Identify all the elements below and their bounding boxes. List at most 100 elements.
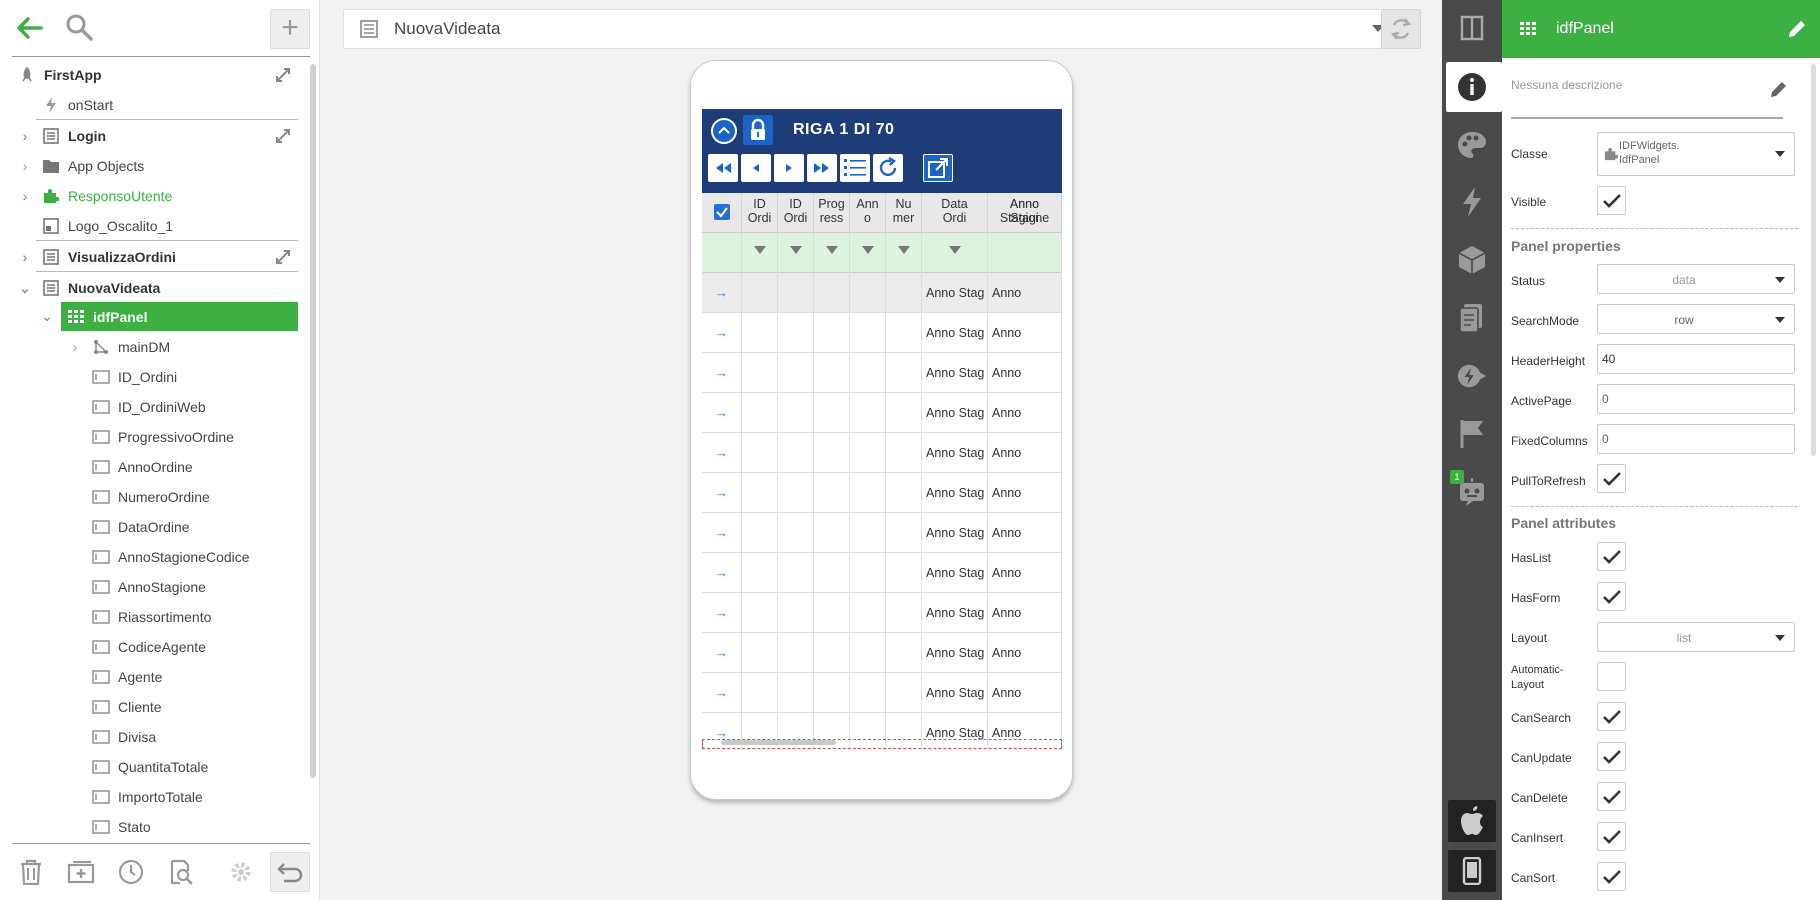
column-header[interactable]: Anno Stagi	[988, 193, 1062, 233]
table-row[interactable]: → Anno Stag Anno	[702, 353, 1062, 393]
tree-item-logo[interactable]: Logo_Oscalito_1	[42, 211, 173, 241]
cansearch-checkbox[interactable]	[1597, 702, 1626, 731]
sync-icon[interactable]	[274, 127, 292, 145]
cansort-checkbox[interactable]	[1597, 862, 1626, 891]
tree-item-idfpanel[interactable]: idfPanel	[61, 302, 298, 331]
chevron-down-icon[interactable]: ⌄	[40, 308, 54, 325]
info-icon[interactable]	[1457, 72, 1487, 102]
last-record-button[interactable]	[807, 154, 837, 182]
filter-funnel-icon[interactable]	[826, 246, 838, 254]
back-arrow-icon[interactable]	[14, 13, 48, 45]
filter-cell[interactable]	[886, 233, 922, 273]
tree-item-field[interactable]: QuantitaTotale	[92, 752, 208, 782]
tree-item-field[interactable]: Agente	[92, 662, 162, 692]
next-record-button[interactable]	[774, 154, 804, 182]
tree-item-field[interactable]: ID_Ordini	[92, 362, 177, 392]
tree-item-field[interactable]: NumeroOrdine	[92, 482, 210, 512]
chevron-right-icon[interactable]: ›	[68, 339, 82, 355]
filter-funnel-icon[interactable]	[862, 246, 874, 254]
filter-funnel-icon[interactable]	[790, 246, 802, 254]
class-select[interactable]: IDFWidgets. IdfPanel	[1597, 132, 1795, 176]
scroll-thumb[interactable]	[721, 740, 836, 745]
add-window-icon[interactable]	[66, 857, 96, 887]
find-document-icon[interactable]	[166, 857, 196, 887]
grid-hscrollbar[interactable]	[702, 739, 1062, 749]
tree-item-field[interactable]: ProgressivoOrdine	[92, 422, 234, 452]
searchmode-select[interactable]: row	[1597, 304, 1795, 334]
edit-pencil-icon[interactable]	[1786, 18, 1808, 43]
filter-funnel-icon[interactable]	[898, 246, 910, 254]
filter-cell[interactable]	[778, 233, 814, 273]
automaticlayout-checkbox[interactable]	[1597, 662, 1626, 691]
table-row[interactable]: → Anno Stag Anno	[702, 273, 1062, 313]
chevron-right-icon[interactable]: ›	[18, 249, 32, 265]
list-icon[interactable]	[840, 154, 870, 182]
chevron-down-icon[interactable]: ⌄	[18, 280, 32, 297]
first-record-button[interactable]	[708, 154, 738, 182]
column-header[interactable]: Prog ress	[814, 193, 850, 233]
pulltorefresh-checkbox[interactable]	[1597, 464, 1626, 493]
headerheight-input[interactable]: 40	[1597, 344, 1795, 374]
caninsert-checkbox[interactable]	[1597, 822, 1626, 851]
column-header[interactable]: ID Ordi	[778, 193, 814, 233]
open-external-icon[interactable]	[923, 154, 953, 182]
flag-icon[interactable]	[1457, 419, 1487, 449]
collapse-button[interactable]	[711, 118, 737, 144]
table-row[interactable]: → Anno Stag Anno	[702, 473, 1062, 513]
palette-icon[interactable]	[1457, 130, 1487, 160]
filter-cell[interactable]	[814, 233, 850, 273]
tree-item-field[interactable]: Stato	[92, 812, 151, 840]
filter-cell[interactable]	[988, 233, 1062, 273]
filter-cell[interactable]	[850, 233, 886, 273]
visible-checkbox[interactable]	[1597, 186, 1626, 215]
events-lightning-icon[interactable]	[1457, 187, 1487, 217]
table-row[interactable]: → Anno Stag Anno	[702, 553, 1062, 593]
hasform-checkbox[interactable]	[1597, 582, 1626, 611]
properties-scrollbar[interactable]	[1811, 64, 1816, 456]
chevron-right-icon[interactable]: ›	[18, 158, 32, 174]
chevron-right-icon[interactable]: ›	[18, 128, 32, 144]
tree-item-field[interactable]: ImportoTotale	[92, 782, 203, 812]
tree-item-field[interactable]: Riassortimento	[92, 602, 211, 632]
filter-cell[interactable]	[742, 233, 778, 273]
activepage-input[interactable]: 0	[1597, 384, 1795, 414]
tree-item-field[interactable]: AnnoOrdine	[92, 452, 193, 482]
column-header[interactable]: Data Ordi	[922, 193, 988, 233]
column-header[interactable]: Nu mer	[886, 193, 922, 233]
collapse-panel-icon[interactable]	[1457, 13, 1487, 43]
tree-item-field[interactable]: Divisa	[92, 722, 156, 752]
tree-item-nuovavideata[interactable]: ⌄ NuovaVideata	[18, 273, 160, 303]
description-field[interactable]: Nessuna descrizione	[1511, 78, 1622, 92]
candelete-checkbox[interactable]	[1597, 782, 1626, 811]
filter-cell[interactable]	[922, 233, 988, 273]
fixedcolumns-input[interactable]: 0	[1597, 424, 1795, 454]
tree-item-responsoutente[interactable]: › ResponsoUtente	[18, 181, 173, 211]
table-row[interactable]: → Anno Stag Anno	[702, 433, 1062, 473]
sync-icon[interactable]	[274, 66, 292, 84]
tree-item-field[interactable]: ID_OrdiniWeb	[92, 392, 206, 422]
table-row[interactable]: → Anno Stag Anno	[702, 513, 1062, 553]
trash-icon[interactable]	[16, 857, 46, 887]
tree-item-maindm[interactable]: › mainDM	[68, 332, 170, 362]
search-icon[interactable]	[64, 12, 98, 46]
tree-item-field[interactable]: Cliente	[92, 692, 162, 722]
smartphone-icon[interactable]	[1457, 856, 1487, 886]
haslist-checkbox[interactable]	[1597, 542, 1626, 571]
column-header[interactable]: Ann o	[850, 193, 886, 233]
table-row[interactable]: → Anno Stag Anno	[702, 593, 1062, 633]
tree-item-field[interactable]: AnnoStagione	[92, 572, 206, 602]
status-select[interactable]: data	[1597, 264, 1795, 294]
undo-button[interactable]	[270, 852, 310, 892]
table-row[interactable]: → Anno Stag Anno	[702, 633, 1062, 673]
filter-funnel-icon[interactable]	[754, 246, 766, 254]
apple-icon[interactable]	[1457, 806, 1487, 836]
table-row[interactable]: → Anno Stag Anno	[702, 313, 1062, 353]
tree-item-firstapp[interactable]: FirstApp	[18, 60, 298, 90]
tree-item-field[interactable]: CodiceAgente	[92, 632, 206, 662]
prev-record-button[interactable]	[741, 154, 771, 182]
refresh-icon[interactable]	[873, 154, 903, 182]
clock-icon[interactable]	[116, 857, 146, 887]
view-select[interactable]: NuovaVideata	[343, 9, 1393, 49]
tree-item-field[interactable]: AnnoStagioneCodice	[92, 542, 250, 572]
lock-button[interactable]	[743, 115, 773, 145]
